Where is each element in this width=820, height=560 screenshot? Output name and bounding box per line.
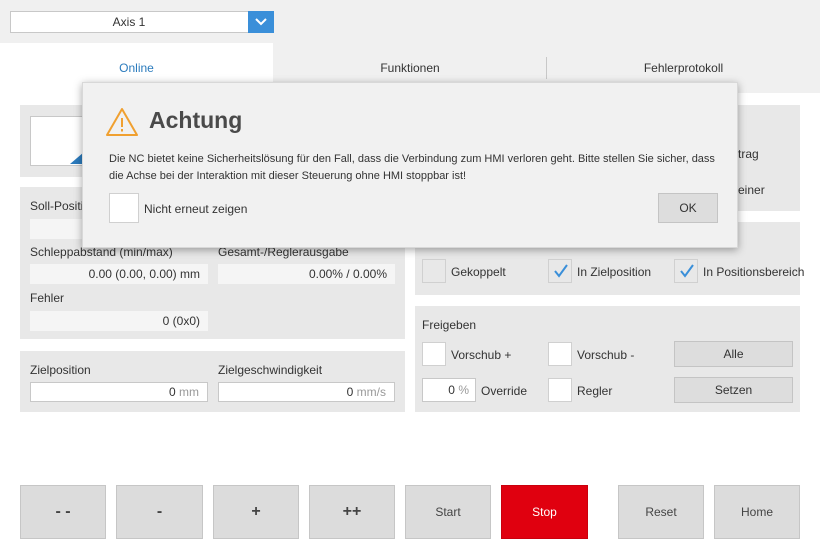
dialog-message: Die NC bietet keine Sicherheitslösung fü… — [109, 153, 715, 182]
dialog-title: Achtung — [149, 107, 243, 133]
zielgeschwindigkeit-input[interactable]: 0 mm/s — [218, 382, 395, 402]
chevron-down-icon[interactable] — [248, 11, 274, 33]
stop-button[interactable]: Stop — [501, 485, 588, 539]
in-zielposition-label: In Zielposition — [577, 265, 652, 279]
gekoppelt-label: Gekoppelt — [451, 265, 506, 279]
override-unit: % — [458, 383, 469, 397]
fast-minus-button[interactable]: - - — [20, 485, 106, 539]
vorschub-plus-checkbox[interactable] — [422, 342, 446, 366]
vorschub-plus-label: Vorschub + — [451, 348, 512, 362]
gesamt-field: 0.00% / 0.00% — [218, 264, 395, 284]
fast-plus-button[interactable]: ++ — [309, 485, 395, 539]
in-positionsbereich-label: In Positionsbereich — [703, 265, 805, 279]
dont-show-again-checkbox[interactable] — [109, 193, 139, 223]
setzen-button[interactable]: Setzen — [674, 377, 793, 403]
plus-button[interactable]: + — [213, 485, 299, 539]
tab-funktionen-label: Funktionen — [380, 61, 440, 75]
in-positionsbereich-checkbox — [674, 259, 698, 283]
checkmark-icon — [680, 264, 694, 278]
minus-button[interactable]: - — [116, 485, 203, 539]
zielgeschwindigkeit-unit: mm/s — [356, 385, 386, 399]
override-value: 0 — [448, 383, 455, 397]
vorschub-minus-label: Vorschub - — [577, 348, 635, 362]
warning-icon — [105, 107, 139, 140]
tab-online-label: Online — [119, 61, 154, 75]
zielgeschwindigkeit-label: Zielgeschwindigkeit — [218, 363, 323, 377]
override-input[interactable]: 0 % — [422, 378, 476, 402]
zielposition-input[interactable]: 0 mm — [30, 382, 208, 402]
regler-checkbox[interactable] — [548, 378, 572, 402]
axis-select[interactable]: Axis 1 — [10, 11, 274, 33]
reset-button[interactable]: Reset — [618, 485, 704, 539]
alle-button[interactable]: Alle — [674, 341, 793, 367]
in-zielposition-checkbox — [548, 259, 572, 283]
zielposition-value: 0 — [168, 385, 176, 399]
vorschub-minus-checkbox[interactable] — [548, 342, 572, 366]
zielgeschwindigkeit-value: 0 — [346, 385, 354, 399]
dont-show-again-label: Nicht erneut zeigen — [144, 202, 248, 216]
partial-label-einer: einer — [738, 183, 765, 197]
ok-button[interactable]: OK — [658, 193, 718, 223]
freigeben-title: Freigeben — [422, 318, 477, 332]
tab-fehlerprotokoll-label: Fehlerprotokoll — [643, 61, 724, 75]
axis-select-value: Axis 1 — [112, 15, 146, 29]
zielposition-label: Zielposition — [30, 363, 91, 377]
schleppabstand-field: 0.00 (0.00, 0.00) mm — [30, 264, 208, 284]
zielposition-unit: mm — [179, 385, 199, 399]
fehler-field: 0 (0x0) — [30, 311, 208, 331]
checkmark-icon — [554, 264, 568, 278]
override-label: Override — [481, 384, 528, 398]
gekoppelt-checkbox — [422, 259, 446, 283]
start-button[interactable]: Start — [405, 485, 491, 539]
home-button[interactable]: Home — [714, 485, 800, 539]
regler-label: Regler — [577, 384, 613, 398]
position-graphic — [30, 116, 86, 166]
partial-label-trag: trag — [738, 147, 759, 161]
fehler-label: Fehler — [30, 291, 65, 305]
warning-dialog: Achtung Die NC bietet keine Sicherheitsl… — [82, 82, 738, 248]
